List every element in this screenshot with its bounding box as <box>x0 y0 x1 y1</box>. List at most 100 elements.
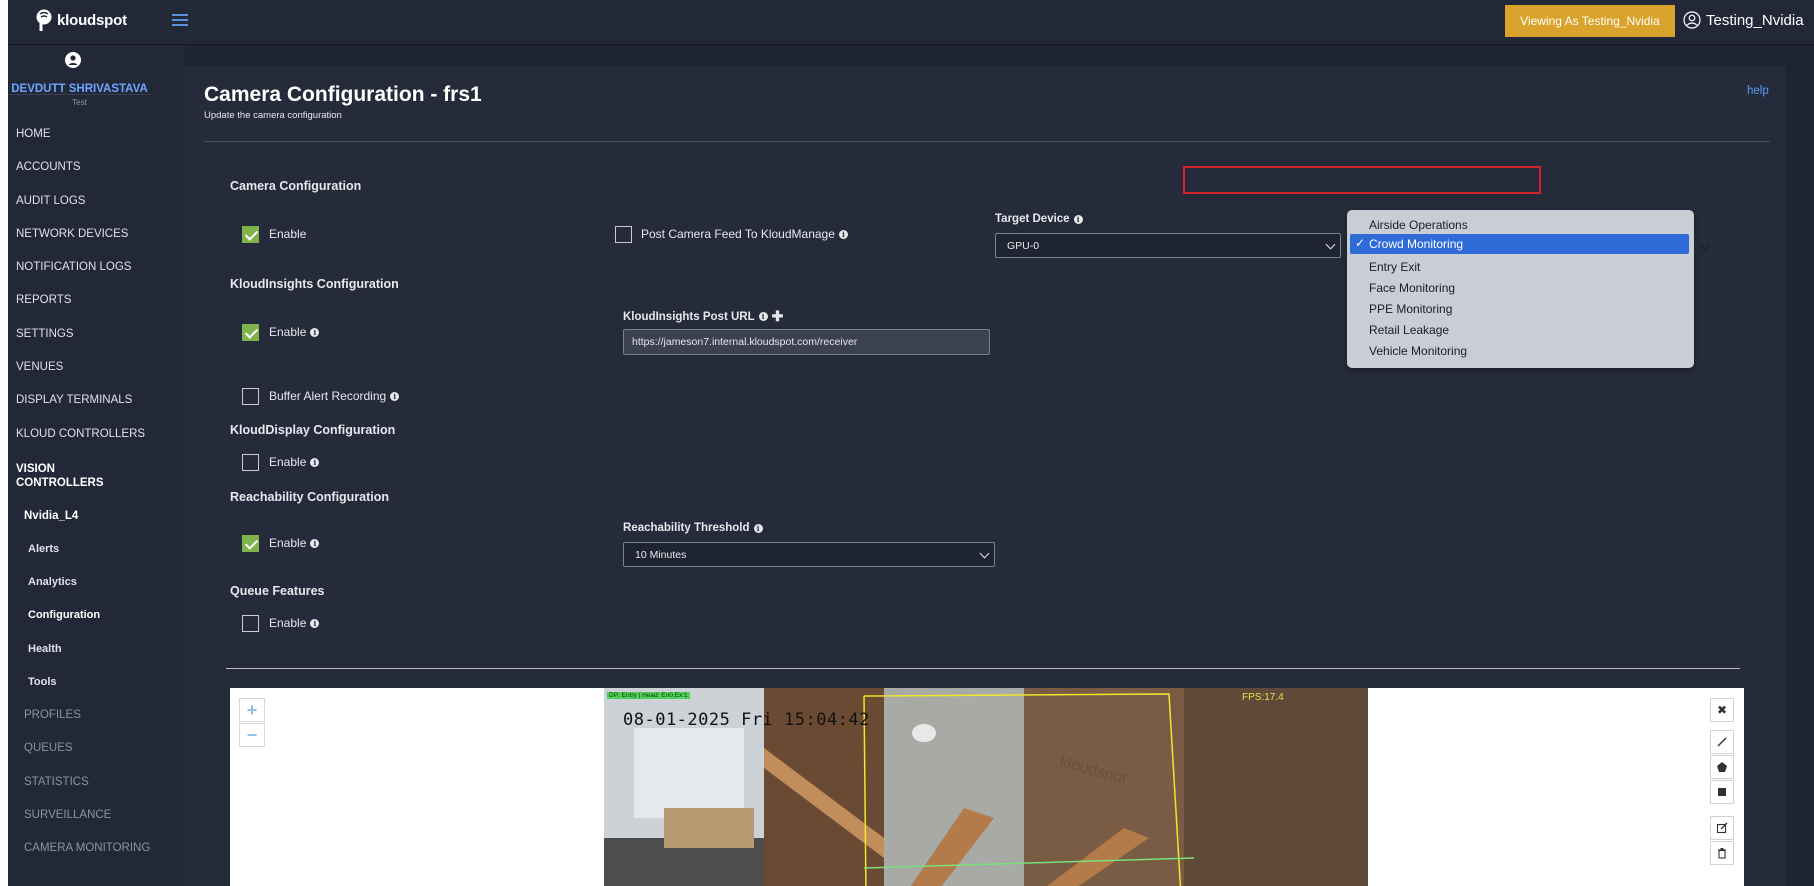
sidebar-item-alerts[interactable]: Alerts <box>28 543 59 555</box>
sidebar-item-surveillance[interactable]: SURVEILLANCE <box>24 809 111 821</box>
target-device-select[interactable]: GPU-0 <box>995 233 1341 258</box>
chevron-down-icon <box>1325 239 1336 250</box>
zoom-in-button[interactable]: + <box>239 698 265 722</box>
sidebar-item-health[interactable]: Health <box>28 643 62 655</box>
title-divider <box>204 141 1770 142</box>
queue-enable-label: Enable i <box>269 616 320 630</box>
dropdown-option-vehicle-monitoring[interactable]: Vehicle Monitoring <box>1369 344 1467 358</box>
kloudinsights-enable-text: Enable <box>269 325 307 339</box>
buffer-alert-checkbox[interactable] <box>242 388 259 405</box>
sidebar-item-display-terminals[interactable]: DISPLAY TERMINALS <box>16 394 132 406</box>
help-link[interactable]: help <box>1747 85 1769 97</box>
info-icon[interactable]: i <box>310 538 320 548</box>
queue-enable-checkbox[interactable] <box>242 615 259 632</box>
info-icon[interactable]: i <box>310 457 320 467</box>
dropdown-option-crowd-monitoring[interactable]: ✓ Crowd Monitoring <box>1350 234 1689 254</box>
reachability-threshold-select[interactable]: 10 Minutes <box>623 542 995 567</box>
sidebar-item-queues[interactable]: QUEUES <box>24 742 73 754</box>
target-device-label-text: Target Device <box>995 213 1070 225</box>
dropdown-option-entry-exit[interactable]: Entry Exit <box>1369 260 1420 274</box>
klouddisplay-enable-text: Enable <box>269 455 307 469</box>
chevron-down-icon <box>979 548 990 559</box>
user-circle-icon <box>1683 11 1701 29</box>
chevron-down-icon <box>1700 241 1710 251</box>
avatar-icon[interactable] <box>65 52 81 68</box>
sidebar-item-label: CONTROLLERS <box>16 477 104 489</box>
info-icon[interactable]: i <box>1073 214 1083 224</box>
close-icon[interactable]: ✖ <box>1710 698 1734 722</box>
sidebar-item-vision-controllers[interactable]: VISION CONTROLLERS <box>16 463 104 489</box>
user-menu[interactable]: Testing_Nvidia <box>1683 8 1804 32</box>
trash-icon[interactable] <box>1710 841 1734 865</box>
camera-canvas[interactable]: + − kloudspot DP: Entry | Head: En0,Ex:1… <box>230 688 1744 886</box>
page-subtitle: Update the camera configuration <box>204 110 342 121</box>
sidebar-item-statistics[interactable]: STATISTICS <box>24 776 89 788</box>
reachability-threshold-value: 10 Minutes <box>635 548 687 561</box>
post-url-label-text: KloudInsights Post URL <box>623 310 755 323</box>
klouddisplay-enable-label: Enable i <box>269 455 320 469</box>
video-timestamp: 08-01-2025 Fri 15:04:42 <box>623 710 870 730</box>
post-feed-label: Post Camera Feed To KloudManage i <box>641 227 848 241</box>
dropdown-option-retail-leakage[interactable]: Retail Leakage <box>1369 323 1449 337</box>
sidebar-item-network-devices[interactable]: NETWORK DEVICES <box>16 228 128 240</box>
sidebar-item-configuration[interactable]: Configuration <box>28 609 100 621</box>
video-fps: FPS:17.4 <box>1242 692 1284 703</box>
hamburger-menu-icon[interactable] <box>172 11 188 29</box>
sidebar-divider <box>8 94 151 95</box>
queue-features-title: Queue Features <box>230 584 325 598</box>
reachability-enable-checkbox[interactable] <box>242 535 259 552</box>
sidebar-item-analytics[interactable]: Analytics <box>28 576 77 588</box>
reachability-threshold-text: Reachability Threshold <box>623 522 750 534</box>
draw-line-icon[interactable] <box>1710 730 1734 754</box>
brand-logo[interactable]: kloudspot <box>34 6 154 34</box>
app-window: kloudspot Viewing As Testing_Nvidia Test… <box>8 0 1814 886</box>
camera-enable-checkbox[interactable] <box>242 226 259 243</box>
info-icon[interactable]: i <box>838 229 848 239</box>
edit-icon[interactable] <box>1710 816 1734 840</box>
sidebar-item-label: VISION <box>16 463 55 475</box>
sidebar-item-device[interactable]: Nvidia_L4 <box>24 510 78 522</box>
sidebar-item-venues[interactable]: VENUES <box>16 361 63 373</box>
sidebar-item-profiles[interactable]: PROFILES <box>24 709 81 721</box>
dropdown-option-face-monitoring[interactable]: Face Monitoring <box>1369 281 1455 295</box>
reachability-threshold-label: Reachability Threshold i <box>623 522 763 534</box>
info-icon[interactable]: i <box>753 523 763 533</box>
add-icon[interactable]: ✚ <box>772 308 784 325</box>
kloudinsights-enable-checkbox[interactable] <box>242 324 259 341</box>
kloudinsights-enable-label: Enable i <box>269 325 320 339</box>
info-icon[interactable]: i <box>310 327 320 337</box>
user-name: Testing_Nvidia <box>1706 11 1804 29</box>
sidebar-item-notification-logs[interactable]: NOTIFICATION LOGS <box>16 261 131 273</box>
page-title: Camera Configuration - frs1 <box>204 83 482 106</box>
sidebar-item-home[interactable]: HOME <box>16 128 51 140</box>
info-icon[interactable]: i <box>390 391 400 401</box>
camera-feed[interactable]: kloudspot DP: Entry | Head: En0,Ex:1 08-… <box>604 688 1368 886</box>
profile-role: Test <box>72 98 87 107</box>
top-bar: kloudspot Viewing As Testing_Nvidia Test… <box>8 0 1814 45</box>
info-icon[interactable]: i <box>310 618 320 628</box>
kloudspot-logo-icon <box>36 9 52 31</box>
reachability-config-title: Reachability Configuration <box>230 490 390 504</box>
zoom-out-button[interactable]: − <box>239 723 265 747</box>
sidebar-item-kloud-controllers[interactable]: KLOUD CONTROLLERS <box>16 428 145 440</box>
info-icon[interactable]: i <box>758 312 768 321</box>
post-url-label: KloudInsights Post URL i ✚ <box>623 308 783 325</box>
target-device-label: Target Device i <box>995 213 1083 225</box>
dropdown-option-airside-operations[interactable]: Airside Operations <box>1369 218 1468 232</box>
viewing-as-button[interactable]: Viewing As Testing_Nvidia <box>1505 5 1675 37</box>
sidebar-item-reports[interactable]: REPORTS <box>16 294 71 306</box>
dropdown-option-ppe-monitoring[interactable]: PPE Monitoring <box>1369 302 1452 316</box>
draw-polygon-icon[interactable] <box>1710 755 1734 779</box>
draw-rectangle-icon[interactable] <box>1710 780 1734 804</box>
sidebar-item-audit-logs[interactable]: AUDIT LOGS <box>16 195 85 207</box>
use-case-dropdown-list[interactable]: Airside Operations ✓ Crowd Monitoring En… <box>1347 210 1694 368</box>
post-url-input[interactable] <box>623 329 990 355</box>
sidebar-item-tools[interactable]: Tools <box>28 676 57 688</box>
sidebar-item-settings[interactable]: SETTINGS <box>16 328 74 340</box>
klouddisplay-enable-checkbox[interactable] <box>242 454 259 471</box>
buffer-alert-label: Buffer Alert Recording i <box>269 389 400 403</box>
brand-name: kloudspot <box>57 11 127 29</box>
post-feed-checkbox[interactable] <box>615 226 632 243</box>
sidebar-item-camera-monitoring[interactable]: CAMERA MONITORING <box>24 842 150 854</box>
sidebar-item-accounts[interactable]: ACCOUNTS <box>16 161 81 173</box>
